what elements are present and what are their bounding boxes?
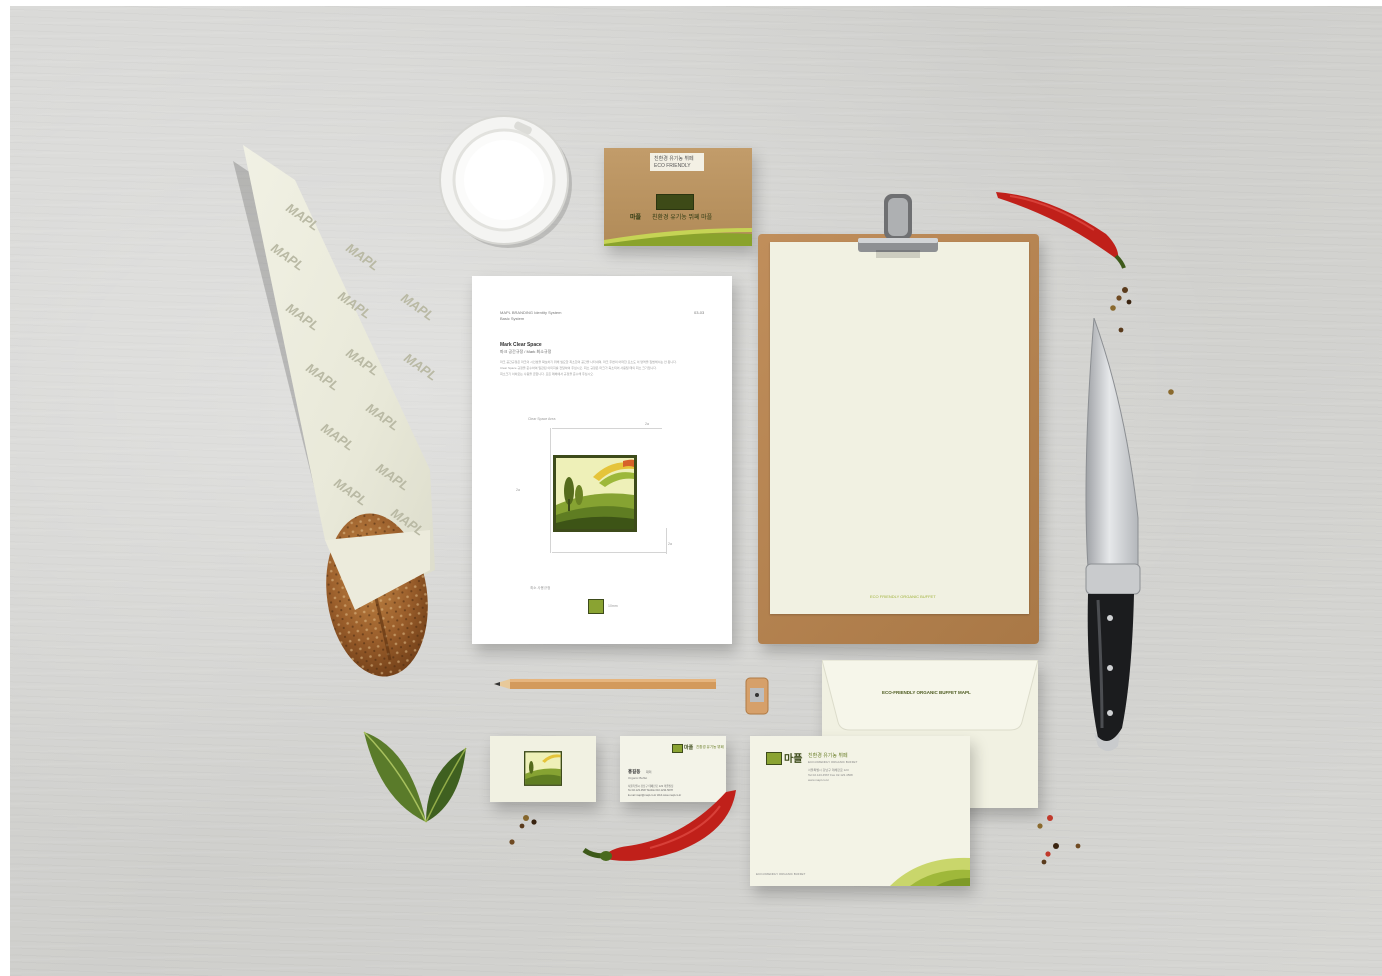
env-addr3: www.mapl.co.kr: [808, 778, 830, 782]
bc-dept: Organic Buffet: [628, 776, 648, 780]
chili-pepper-bottom: [582, 790, 736, 861]
chef-knife: [1085, 318, 1141, 751]
env-addr1: 서울특별시 강남구 테헤란로 123: [808, 768, 849, 772]
guide-body-line1: 마크 공간규정은 마크의 시인성을 확보하기 위해 필요한 최소한의 공간을 나…: [500, 360, 677, 364]
guide-section-title: Mark Clear Space: [500, 342, 542, 348]
guide-min-label: 최소 사용규정: [530, 586, 551, 590]
bc-brand-kr: 마플: [684, 745, 694, 751]
bc-logo-mark: [672, 744, 683, 753]
guide-dim-line-bottom: [552, 552, 667, 553]
logo-card-mark: [524, 751, 562, 786]
sleeve-label: 친환경 유기농 뷔페 ECO FRIENDLY: [650, 153, 704, 171]
peppercorns-bottom: [1037, 815, 1081, 865]
guide-dim-line-right: [666, 528, 667, 554]
image-border-left: [0, 0, 10, 976]
guide-header-right: 03-03: [694, 310, 705, 315]
sleeve-label-line1: 친환경 유기농 뷔페: [654, 156, 694, 162]
guide-dim-top-label: Clear Space Area: [528, 417, 556, 421]
flat-lay-scene: MAPL MAPL MAPL MAPL MAPL MAPL MAPL MAPL …: [0, 0, 1382, 976]
clipboard: ECO FRIENDLY ORGANIC BUFFET: [758, 234, 1039, 644]
guide-dim-x: 2a: [645, 422, 649, 426]
envelope-front: 마플 친환경 유기농 뷔페 ECO-FRIENDLY ORGANIC BUFFE…: [750, 736, 970, 886]
clipboard-paper: ECO FRIENDLY ORGANIC BUFFET: [770, 242, 1029, 614]
env-sub: ECO-FRIENDLY ORGANIC BUFFET: [808, 760, 858, 764]
bc-name: 홍길동: [628, 769, 641, 774]
sleeve-green-swoosh: [604, 228, 752, 246]
wrap-word: MAPL: [398, 290, 437, 323]
mapl-logo-mark-min: [588, 599, 604, 614]
image-border-top: [0, 0, 1382, 6]
sleeve-label-line2: ECO FRIENDLY: [654, 163, 691, 169]
env-footer: ECO-FRIENDLY ORGANIC BUFFET: [756, 872, 806, 876]
bread-paper-wrap: MAPL MAPL MAPL MAPL MAPL MAPL MAPL MAPL …: [233, 145, 440, 677]
bc-tagline-kr: 친환경 유기농 뷔페: [696, 745, 724, 749]
guide-header-left-1: MAPL BRANDING Identity System: [500, 310, 562, 315]
chili-pepper-top: [996, 192, 1126, 269]
guide-section-sub: 마크 공간규정 / Mark 최소규정: [500, 349, 552, 354]
kraft-cup-sleeve: 친환경 유기농 뷔페 ECO FRIENDLY 마플 친환경 유기농 뷔페 마플: [604, 148, 752, 246]
guide-header-left-2: Basic System: [500, 316, 525, 321]
env-tagline-kr: 친환경 유기농 뷔페: [808, 753, 848, 759]
wrap-word: MAPL: [343, 240, 382, 273]
sleeve-tagline: 친환경 유기농 뷔페 마플: [652, 215, 713, 221]
wrap-word: MAPL: [401, 350, 440, 383]
envelope-flap: [822, 660, 1038, 731]
guide-dim-bottom: 2a: [668, 542, 672, 546]
pencil: [494, 679, 716, 689]
pencil-sharpener: [745, 677, 769, 715]
guide-dim-side: 2a: [516, 488, 520, 492]
guide-min-size: 10mm: [608, 604, 618, 608]
clipboard-paper-footer: ECO FRIENDLY ORGANIC BUFFET: [870, 594, 936, 599]
brand-guideline-sheet: MAPL BRANDING Identity System Basic Syst…: [472, 276, 732, 644]
clipboard-clip: [858, 194, 938, 258]
sleeve-logo-mark: [656, 194, 694, 210]
sleeve-brand-kr: 마플: [630, 215, 642, 221]
env-brand-kr: 마플: [784, 754, 803, 765]
env-addr2: Tel 02.123.4567 Fax 02.123.4568: [808, 773, 853, 777]
guide-body-line3: 최소크기 이하로는 사용을 금합니다. 모든 매체에서 규정을 준수해 주십시오…: [500, 372, 594, 376]
envelope-back-text: ECO-FRIENDLY ORGANIC BUFFET MAPL: [882, 690, 971, 695]
bc-title: 대리: [646, 770, 652, 774]
guide-dim-line-top: [552, 428, 662, 429]
env-green-swoosh: [890, 857, 970, 886]
env-logo-mark: [766, 752, 782, 765]
peppercorns-left: [509, 815, 537, 845]
guide-dim-line-left: [550, 428, 551, 553]
coffee-cup-lid: [439, 115, 572, 248]
bay-leaves: [363, 731, 467, 823]
guide-body-line2: Clear Space 규정을 준수하여 일관된 이미지를 전달하여 주십시오.…: [500, 366, 657, 370]
mapl-logo-mark: [553, 455, 637, 532]
